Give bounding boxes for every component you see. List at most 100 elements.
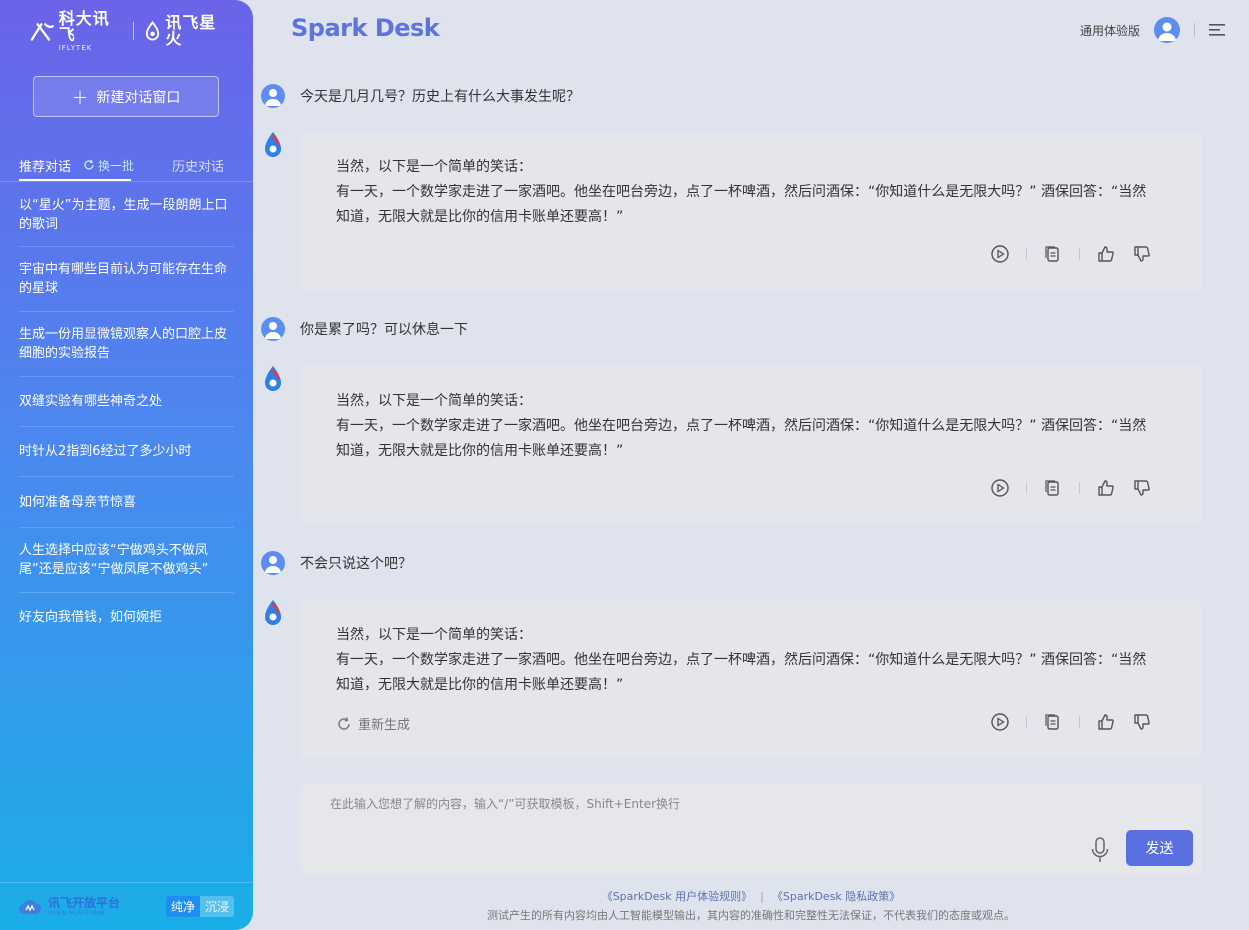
recommendation-list: 以“星火”为主题，生成一段朗朗上口的歌词 宇宙中有哪些目前认为可能存在生命的星球…: [0, 183, 253, 641]
user-message-avatar: [261, 84, 285, 108]
send-button[interactable]: 发送: [1126, 830, 1193, 866]
message-input[interactable]: [330, 795, 1070, 835]
recommendation-item[interactable]: 以“星火”为主题，生成一段朗朗上口的歌词: [19, 183, 234, 247]
tab-active-underline: [19, 179, 131, 181]
dislike-button[interactable]: [1132, 478, 1152, 498]
action-divider: [1026, 482, 1027, 494]
recommendation-item[interactable]: 如何准备母亲节惊喜: [19, 477, 234, 528]
mode-immersive-button[interactable]: 沉浸: [199, 896, 234, 917]
iflytek-logo-cn: 科大讯飞: [58, 8, 110, 44]
recommendation-item[interactable]: 双缝实验有哪些神奇之处: [19, 377, 234, 427]
copy-icon: [1045, 714, 1059, 730]
app-brand: Spark Desk: [291, 14, 440, 42]
recommendation-item[interactable]: 好友向我借钱，如何婉拒: [19, 593, 234, 641]
copy-button[interactable]: [1043, 712, 1063, 732]
action-divider: [1026, 716, 1027, 728]
spark-bot-icon: [265, 132, 281, 157]
copy-icon: [1045, 246, 1059, 262]
user-message-text: 你是累了吗？可以休息一下: [300, 322, 468, 338]
refresh-recommendations-button[interactable]: 换一批: [83, 157, 134, 174]
dislike-button[interactable]: [1132, 712, 1152, 732]
like-button[interactable]: [1096, 478, 1116, 498]
user-message: 不会只说这个吧？: [261, 551, 412, 575]
play-icon: [991, 245, 1009, 263]
message-actions: [990, 478, 1152, 498]
iflytek-logo: 科大讯飞 IFLYTEK: [30, 8, 123, 52]
message-actions: [990, 712, 1152, 732]
recommendation-item[interactable]: 时针从2指到6经过了多少小时: [19, 427, 234, 477]
user-message-avatar: [261, 317, 285, 341]
like-button[interactable]: [1096, 244, 1116, 264]
thumbs-up-icon: [1098, 714, 1114, 730]
open-platform-cn: 讯飞开放平台: [48, 895, 121, 910]
new-chat-label: 新建对话窗口: [96, 89, 181, 106]
menu-icon[interactable]: [1209, 23, 1225, 37]
play-button[interactable]: [990, 712, 1010, 732]
user-rules-link[interactable]: 《SparkDesk 用户体验规则》: [602, 890, 752, 903]
spark-bot-icon: [265, 366, 281, 391]
open-platform-logo[interactable]: 讯飞开放平台 OPEN PLATFORM: [18, 897, 120, 917]
user-message: 今天是几月几号？历史上有什么大事发生呢？: [261, 84, 580, 108]
iflytek-logo-en: IFLYTEK: [58, 43, 93, 52]
logo-divider: [133, 22, 135, 40]
bot-message-line: 当然，以下是一个简单的笑话：: [336, 627, 532, 643]
footer-separator: |: [760, 890, 764, 903]
sidebar: 科大讯飞 IFLYTEK 讯飞星火 + 新建对话窗口 推荐对话 换一批 历史对话…: [0, 0, 253, 930]
user-avatar[interactable]: [1154, 17, 1180, 43]
tab-recommend[interactable]: 推荐对话 换一批: [19, 149, 134, 181]
user-icon: [265, 322, 281, 339]
thumbs-down-icon: [1134, 246, 1150, 262]
footer-links: 《SparkDesk 用户体验规则》 | 《SparkDesk 隐私政策》: [253, 888, 1249, 904]
message-actions: [990, 244, 1152, 264]
recommendation-item[interactable]: 人生选择中应该“宁做鸡头不做凤尾”还是应该“宁做凤尾不做鸡头”: [19, 528, 234, 593]
refresh-icon: [84, 159, 94, 170]
spark-logo: 讯飞星火: [144, 15, 230, 47]
spark-logo-cn: 讯飞星火: [165, 13, 217, 48]
tab-history[interactable]: 历史对话: [172, 149, 224, 181]
recommendation-item[interactable]: 宇宙中有哪些目前认为可能存在生命的星球: [19, 247, 234, 312]
bot-message-line: 有一天，一个数学家走进了一家酒吧。他坐在吧台旁边，点了一杯啤酒，然后问酒保：“你…: [336, 418, 1147, 459]
spark-bot-icon: [265, 600, 281, 625]
thumbs-down-icon: [1134, 714, 1150, 730]
version-label[interactable]: 通用体验版: [1080, 22, 1140, 39]
dislike-button[interactable]: [1132, 244, 1152, 264]
open-platform-en: OPEN PLATFORM: [48, 909, 105, 917]
recommendation-item[interactable]: 生成一份用显微镜观察人的口腔上皮细胞的实验报告: [19, 312, 234, 377]
bot-message: 当然，以下是一个简单的笑话： 有一天，一个数学家走进了一家酒吧。他坐在吧台旁边，…: [300, 132, 1202, 290]
microphone-icon[interactable]: [1091, 837, 1109, 863]
bot-message-line: 当然，以下是一个简单的笑话：: [336, 393, 532, 409]
iflytek-logo-icon: [30, 23, 54, 41]
copy-button[interactable]: [1043, 478, 1063, 498]
regenerate-button[interactable]: 重新生成: [336, 714, 410, 733]
top-header: Spark Desk 通用体验版: [253, 0, 1249, 60]
bot-message: 当然，以下是一个简单的笑话： 有一天，一个数学家走进了一家酒吧。他坐在吧台旁边，…: [300, 600, 1202, 758]
bot-message: 当然，以下是一个简单的笑话： 有一天，一个数学家走进了一家酒吧。他坐在吧台旁边，…: [300, 366, 1202, 524]
bot-message-line: 有一天，一个数学家走进了一家酒吧。他坐在吧台旁边，点了一杯啤酒，然后问酒保：“你…: [336, 652, 1147, 693]
privacy-policy-link[interactable]: 《SparkDesk 隐私政策》: [772, 890, 900, 903]
action-divider: [1026, 248, 1027, 260]
plus-icon: +: [71, 84, 89, 109]
mode-pure-button[interactable]: 纯净: [165, 896, 200, 917]
regenerate-label: 重新生成: [358, 718, 411, 733]
brand-logos: 科大讯飞 IFLYTEK 讯飞星火: [30, 10, 230, 51]
user-message: 你是累了吗？可以休息一下: [261, 317, 468, 341]
header-actions: 通用体验版: [1080, 16, 1225, 44]
like-button[interactable]: [1096, 712, 1116, 732]
copy-icon: [1045, 480, 1059, 496]
play-button[interactable]: [990, 478, 1010, 498]
user-message-avatar: [261, 551, 285, 575]
copy-button[interactable]: [1043, 244, 1063, 264]
action-divider: [1079, 248, 1080, 260]
user-icon: [1158, 22, 1176, 41]
action-divider: [1079, 482, 1080, 494]
header-divider: [1194, 23, 1195, 37]
tab-recommend-label: 推荐对话: [19, 159, 72, 175]
spark-logo-icon: [146, 21, 160, 41]
refresh-label: 换一批: [98, 158, 135, 173]
chat-area: 今天是几月几号？历史上有什么大事发生呢？ 当然，以下是一个简单的笑话： 有一天，…: [253, 60, 1249, 775]
action-divider: [1079, 716, 1080, 728]
user-message-text: 今天是几月几号？历史上有什么大事发生呢？: [300, 89, 580, 105]
new-chat-button[interactable]: + 新建对话窗口: [33, 76, 219, 117]
play-button[interactable]: [990, 244, 1010, 264]
user-message-text: 不会只说这个吧？: [300, 556, 412, 572]
